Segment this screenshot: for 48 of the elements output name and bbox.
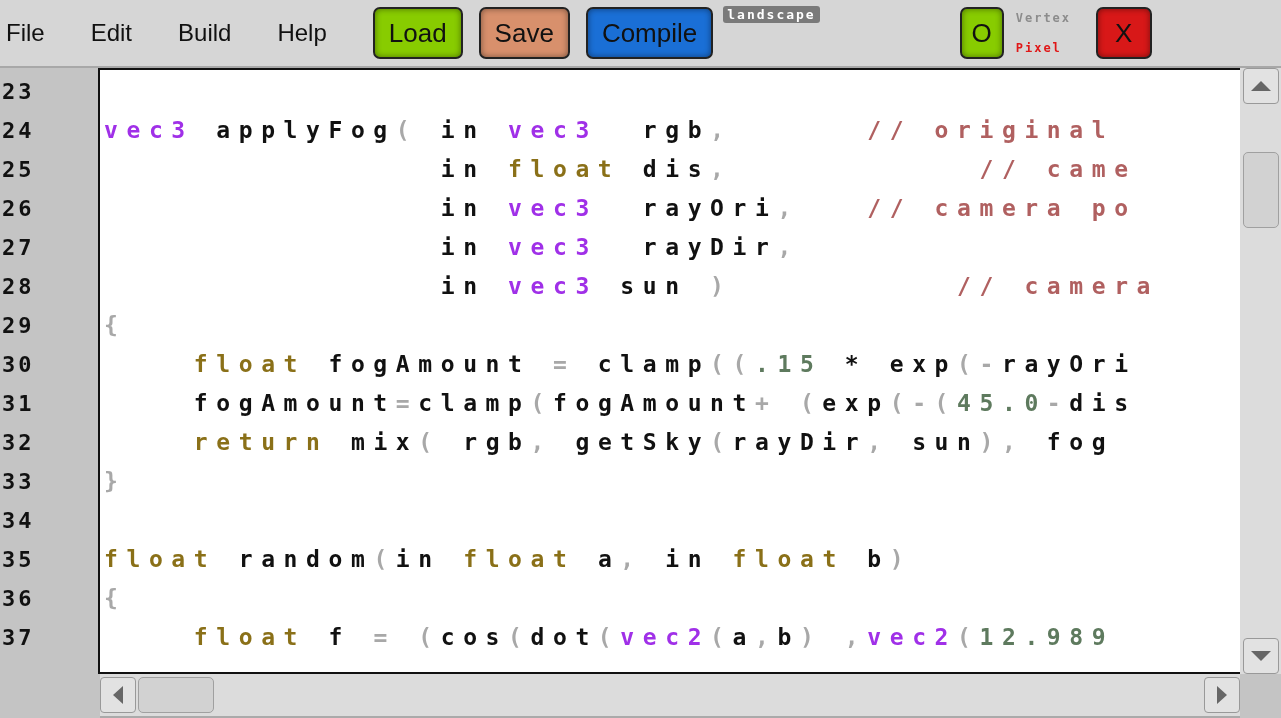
line-number: 35 [1, 546, 36, 574]
close-button[interactable]: X [1095, 7, 1152, 59]
code-line: float f = (cos(dot(vec2(a,b) ,vec2(12.989 [192, 623, 1115, 652]
ok-button[interactable]: O [959, 7, 1004, 59]
line-number: 33 [1, 468, 36, 496]
line-number: 25 [1, 156, 36, 184]
line-number: 32 [1, 429, 36, 457]
code-line: return mix( rgb, getSky(rayDir, sun), fog [192, 428, 1115, 457]
code-line: in vec3 rayDir, [439, 233, 800, 262]
code-line: } [103, 467, 127, 496]
menu-item[interactable]: File [6, 19, 65, 47]
toolbar-button[interactable]: Save [478, 7, 570, 59]
code-line: in vec3 rayOri, // camera po [439, 194, 1137, 223]
left-arrow-icon [113, 686, 123, 704]
toolbar-button[interactable]: Compile [585, 7, 714, 59]
line-number: 23 [1, 78, 36, 106]
menu-item[interactable]: Help [277, 19, 347, 47]
code-line: fogAmount=clamp(fogAmount+ (exp(-(45.0-dis [192, 389, 1137, 418]
code-line: in float dis, // came [439, 155, 1137, 184]
scroll-left-button[interactable] [100, 677, 136, 713]
code-line: in vec3 sun ) // camera [439, 272, 1160, 301]
scroll-down-button[interactable] [1242, 638, 1279, 674]
menu-item[interactable]: Edit [90, 19, 153, 47]
line-number: 37 [1, 624, 36, 652]
code-line: vec3 applyFog( in vec3 rgb, // original [103, 116, 1115, 145]
line-number: 31 [1, 390, 36, 418]
line-number: 36 [1, 585, 36, 613]
line-number: 30 [1, 351, 36, 379]
down-arrow-icon [1250, 651, 1271, 661]
code-line: float random(in float a, in float b) [103, 545, 913, 574]
line-number: 26 [1, 195, 36, 223]
scrollbar-thumb[interactable] [138, 677, 214, 713]
line-number: 34 [1, 507, 36, 535]
line-number: 28 [1, 273, 36, 301]
scroll-right-button[interactable] [1204, 677, 1240, 713]
scroll-up-button[interactable] [1242, 68, 1279, 104]
up-arrow-icon [1250, 81, 1271, 91]
right-arrow-icon [1217, 686, 1227, 704]
scrollbar-thumb[interactable] [1242, 152, 1279, 228]
code-line: { [103, 311, 127, 340]
menu-item[interactable]: Build [178, 19, 252, 47]
project-name: landscape [723, 6, 820, 23]
code-line: { [103, 584, 127, 613]
line-number: 29 [1, 312, 36, 340]
code-line: float fogAmount = clamp((.15 * exp(-rayOri [192, 350, 1137, 379]
line-number: 27 [1, 234, 36, 262]
line-number: 24 [1, 117, 36, 145]
toolbar-button[interactable]: Load [372, 7, 463, 59]
